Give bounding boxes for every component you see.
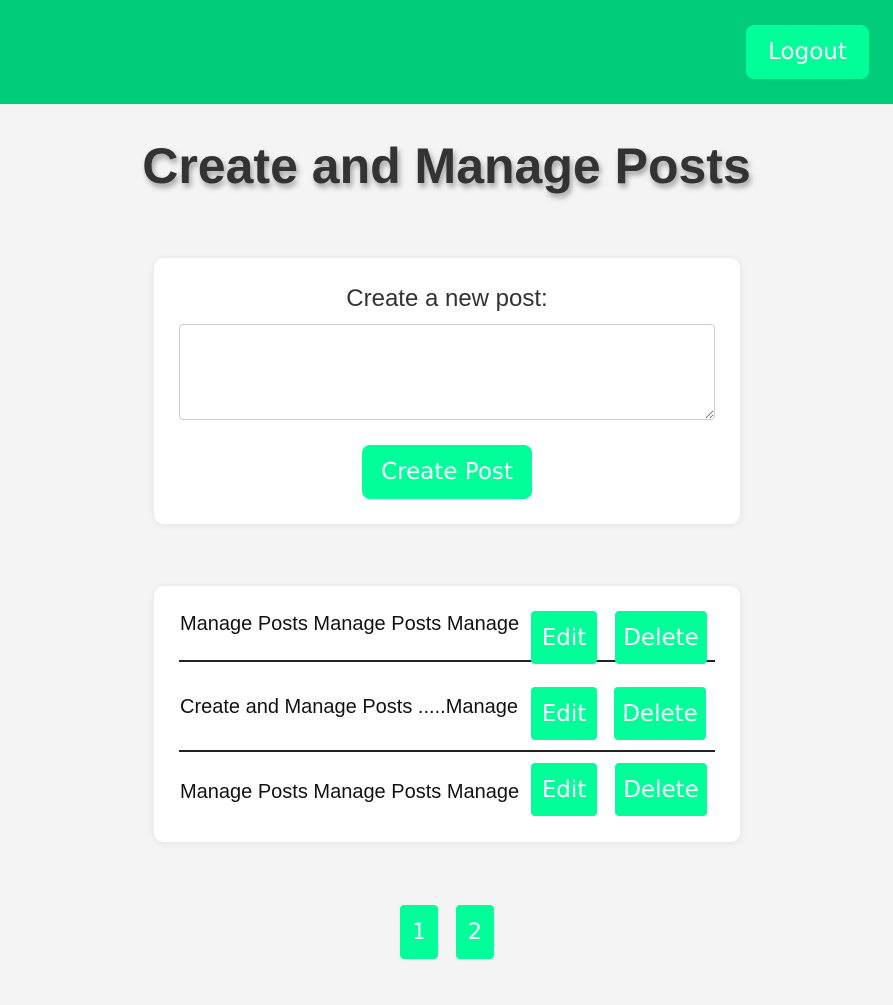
post-text: Manage Posts Manage Posts Manage <box>180 780 520 803</box>
post-row: Manage Posts Manage Posts Manage Edit De… <box>179 586 715 664</box>
post-text: Manage Posts Manage Posts Manage <box>180 612 520 635</box>
delete-post-button[interactable]: Delete <box>614 687 706 740</box>
create-post-card: Create a new post: Create Post <box>154 258 740 524</box>
post-content-textarea[interactable] <box>179 324 715 420</box>
top-header: Logout <box>0 0 893 104</box>
logout-button[interactable]: Logout <box>746 25 869 79</box>
post-row: Manage Posts Manage Posts Manage Edit De… <box>179 752 715 828</box>
edit-post-button[interactable]: Edit <box>531 611 597 664</box>
pagination: 1 2 <box>0 905 893 959</box>
post-row: Create and Manage Posts .....Manage Edit… <box>179 676 715 752</box>
edit-post-button[interactable]: Edit <box>531 763 597 816</box>
delete-post-button[interactable]: Delete <box>615 611 707 664</box>
create-post-button[interactable]: Create Post <box>362 445 532 499</box>
delete-post-button[interactable]: Delete <box>615 763 707 816</box>
page-title: Create and Manage Posts <box>142 138 751 194</box>
create-post-label: Create a new post: <box>346 285 548 312</box>
page-2-button[interactable]: 2 <box>456 905 494 959</box>
edit-post-button[interactable]: Edit <box>531 687 597 740</box>
page-1-button[interactable]: 1 <box>400 905 438 959</box>
posts-list-card: Manage Posts Manage Posts Manage Edit De… <box>154 586 740 842</box>
post-text: Create and Manage Posts .....Manage <box>180 695 518 718</box>
